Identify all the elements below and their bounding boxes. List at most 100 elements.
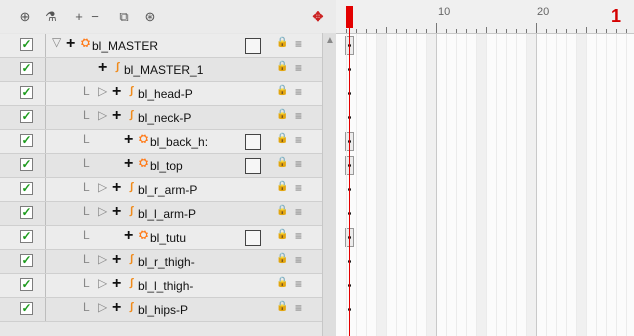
add-peg-icon[interactable]: ⊛ xyxy=(141,8,159,26)
layer-visibility-checkbox[interactable]: ✓ xyxy=(20,110,33,123)
layer-menu-icon[interactable]: ≡ xyxy=(295,229,302,243)
layer-row[interactable]: ✓ L + ⛭ bl_top 🔒 ≡ xyxy=(0,154,322,178)
layer-menu-icon[interactable]: ≡ xyxy=(295,37,302,51)
ruler-tick xyxy=(506,29,507,33)
layer-menu-icon[interactable]: ≡ xyxy=(295,133,302,147)
end-frame-marker[interactable]: 1 xyxy=(611,7,621,25)
layer-name[interactable]: bl_r_thigh- xyxy=(138,255,195,269)
frame-grid[interactable] xyxy=(336,33,634,336)
layer-name[interactable]: bl_tutu xyxy=(150,231,186,245)
layer-row[interactable]: ✓ + ∫ bl_MASTER_1 🔒 ≡ xyxy=(0,58,322,82)
layer-toolbar: ⊕ ⚗ + − ⧉ ⊛ ✥ xyxy=(0,0,336,34)
expand-triangle-icon[interactable]: ▷ xyxy=(98,252,107,266)
layer-add-icon: + xyxy=(112,179,122,196)
lock-icon[interactable]: 🔒 xyxy=(276,133,288,144)
timeline-mode-icon[interactable]: ✥ xyxy=(309,8,327,26)
layer-name[interactable]: bl_MASTER_1 xyxy=(124,63,203,77)
layer-visibility-checkbox[interactable]: ✓ xyxy=(20,38,33,51)
lock-icon[interactable]: 🔒 xyxy=(276,253,288,264)
layer-visibility-checkbox[interactable]: ✓ xyxy=(20,158,33,171)
lock-icon[interactable]: 🔒 xyxy=(276,85,288,96)
layer-row[interactable]: ✓ L + ⛭ bl_tutu 🔒 ≡ xyxy=(0,226,322,250)
infinity-view-icon[interactable]: ⊕ xyxy=(16,8,34,26)
layer-visibility-checkbox[interactable]: ✓ xyxy=(20,206,33,219)
lock-icon[interactable]: 🔒 xyxy=(276,157,288,168)
layer-visibility-checkbox[interactable]: ✓ xyxy=(20,302,33,315)
group-layers-icon[interactable]: ⧉ xyxy=(115,8,133,26)
layer-name[interactable]: bl_MASTER xyxy=(92,39,158,53)
layer-row[interactable]: ✓ L ▷ + ∫ bl_l_arm-P 🔒 ≡ xyxy=(0,202,322,226)
frame-ruler[interactable]: 10 20 1 xyxy=(336,0,634,34)
ruler-label-20: 20 xyxy=(537,6,550,18)
frame-column-line xyxy=(546,33,547,336)
lock-icon[interactable]: 🔒 xyxy=(276,61,288,72)
frame-column-line xyxy=(446,33,447,336)
frame-column-line xyxy=(576,33,577,336)
magic-wand-icon[interactable]: ⚗ xyxy=(42,8,60,26)
tree-branch-icon: L xyxy=(83,180,90,194)
layer-row[interactable]: ✓ L ▷ + ∫ bl_r_arm-P 🔒 ≡ xyxy=(0,178,322,202)
layer-menu-icon[interactable]: ≡ xyxy=(295,181,302,195)
playhead-handle[interactable] xyxy=(346,6,353,28)
layer-menu-icon[interactable]: ≡ xyxy=(295,157,302,171)
scroll-up-icon[interactable]: ▲ xyxy=(324,35,336,47)
layer-name[interactable]: bl_l_arm-P xyxy=(138,207,196,221)
layer-menu-icon[interactable]: ≡ xyxy=(295,85,302,99)
layer-row[interactable]: ✓ L ▷ + ∫ bl_r_thigh- 🔒 ≡ xyxy=(0,250,322,274)
layer-name[interactable]: bl_top xyxy=(150,159,183,173)
layer-add-icon: + xyxy=(66,35,76,52)
layer-name[interactable]: bl_hips-P xyxy=(138,303,188,317)
lock-icon[interactable]: 🔒 xyxy=(276,205,288,216)
layer-row[interactable]: ✓ ▽ + ⛭ bl_MASTER 🔒 ≡ xyxy=(0,34,322,58)
column-divider xyxy=(45,298,46,321)
layer-menu-icon[interactable]: ≡ xyxy=(295,301,302,315)
layer-name[interactable]: bl_l_thigh- xyxy=(138,279,193,293)
layer-visibility-checkbox[interactable]: ✓ xyxy=(20,134,33,147)
lock-icon[interactable]: 🔒 xyxy=(276,109,288,120)
layer-visibility-checkbox[interactable]: ✓ xyxy=(20,86,33,99)
ruler-tick xyxy=(376,29,377,33)
layer-menu-icon[interactable]: ≡ xyxy=(295,61,302,75)
layer-name[interactable]: bl_r_arm-P xyxy=(138,183,197,197)
layer-menu-icon[interactable]: ≡ xyxy=(295,205,302,219)
layer-visibility-checkbox[interactable]: ✓ xyxy=(20,230,33,243)
expand-triangle-icon[interactable]: ▷ xyxy=(98,84,107,98)
layer-name[interactable]: bl_back_h: xyxy=(150,135,208,149)
layer-row[interactable]: ✓ L ▷ + ∫ bl_l_thigh- 🔒 ≡ xyxy=(0,274,322,298)
layer-row[interactable]: ✓ L ▷ + ∫ bl_neck-P 🔒 ≡ xyxy=(0,106,322,130)
remove-layer-icon[interactable]: − xyxy=(86,8,104,26)
layer-menu-icon[interactable]: ≡ xyxy=(295,277,302,291)
layer-menu-icon[interactable]: ≡ xyxy=(295,253,302,267)
layer-scrollbar[interactable]: ▲ xyxy=(322,33,337,336)
column-divider xyxy=(45,274,46,297)
frame-band xyxy=(376,33,386,336)
layer-color-swatch[interactable] xyxy=(245,158,261,174)
layer-color-swatch[interactable] xyxy=(245,230,261,246)
expand-triangle-icon[interactable]: ▷ xyxy=(98,276,107,290)
lock-icon[interactable]: 🔒 xyxy=(276,277,288,288)
layer-visibility-checkbox[interactable]: ✓ xyxy=(20,254,33,267)
lock-icon[interactable]: 🔒 xyxy=(276,301,288,312)
layer-name[interactable]: bl_head-P xyxy=(138,87,193,101)
peg-layer-icon: ⛭ xyxy=(139,157,148,169)
layer-row[interactable]: ✓ L ▷ + ∫ bl_hips-P 🔒 ≡ xyxy=(0,298,322,322)
layer-menu-icon[interactable]: ≡ xyxy=(295,109,302,123)
layer-row[interactable]: ✓ L + ⛭ bl_back_h: 🔒 ≡ xyxy=(0,130,322,154)
expand-triangle-icon[interactable]: ▷ xyxy=(98,108,107,122)
lock-icon[interactable]: 🔒 xyxy=(276,181,288,192)
layer-visibility-checkbox[interactable]: ✓ xyxy=(20,62,33,75)
expand-triangle-icon[interactable]: ▷ xyxy=(98,300,107,314)
layer-visibility-checkbox[interactable]: ✓ xyxy=(20,278,33,291)
layer-color-swatch[interactable] xyxy=(245,134,261,150)
expand-triangle-icon[interactable]: ▷ xyxy=(98,180,107,194)
layer-row[interactable]: ✓ L ▷ + ∫ bl_head-P 🔒 ≡ xyxy=(0,82,322,106)
layer-name[interactable]: bl_neck-P xyxy=(138,111,191,125)
layer-add-icon: + xyxy=(124,227,134,244)
lock-icon[interactable]: 🔒 xyxy=(276,37,288,48)
layer-visibility-checkbox[interactable]: ✓ xyxy=(20,182,33,195)
layer-color-swatch[interactable] xyxy=(245,38,261,54)
lock-icon[interactable]: 🔒 xyxy=(276,229,288,240)
expand-triangle-icon[interactable]: ▽ xyxy=(52,35,61,49)
expand-triangle-icon[interactable]: ▷ xyxy=(98,204,107,218)
drawing-layer-icon: ∫ xyxy=(129,85,133,97)
